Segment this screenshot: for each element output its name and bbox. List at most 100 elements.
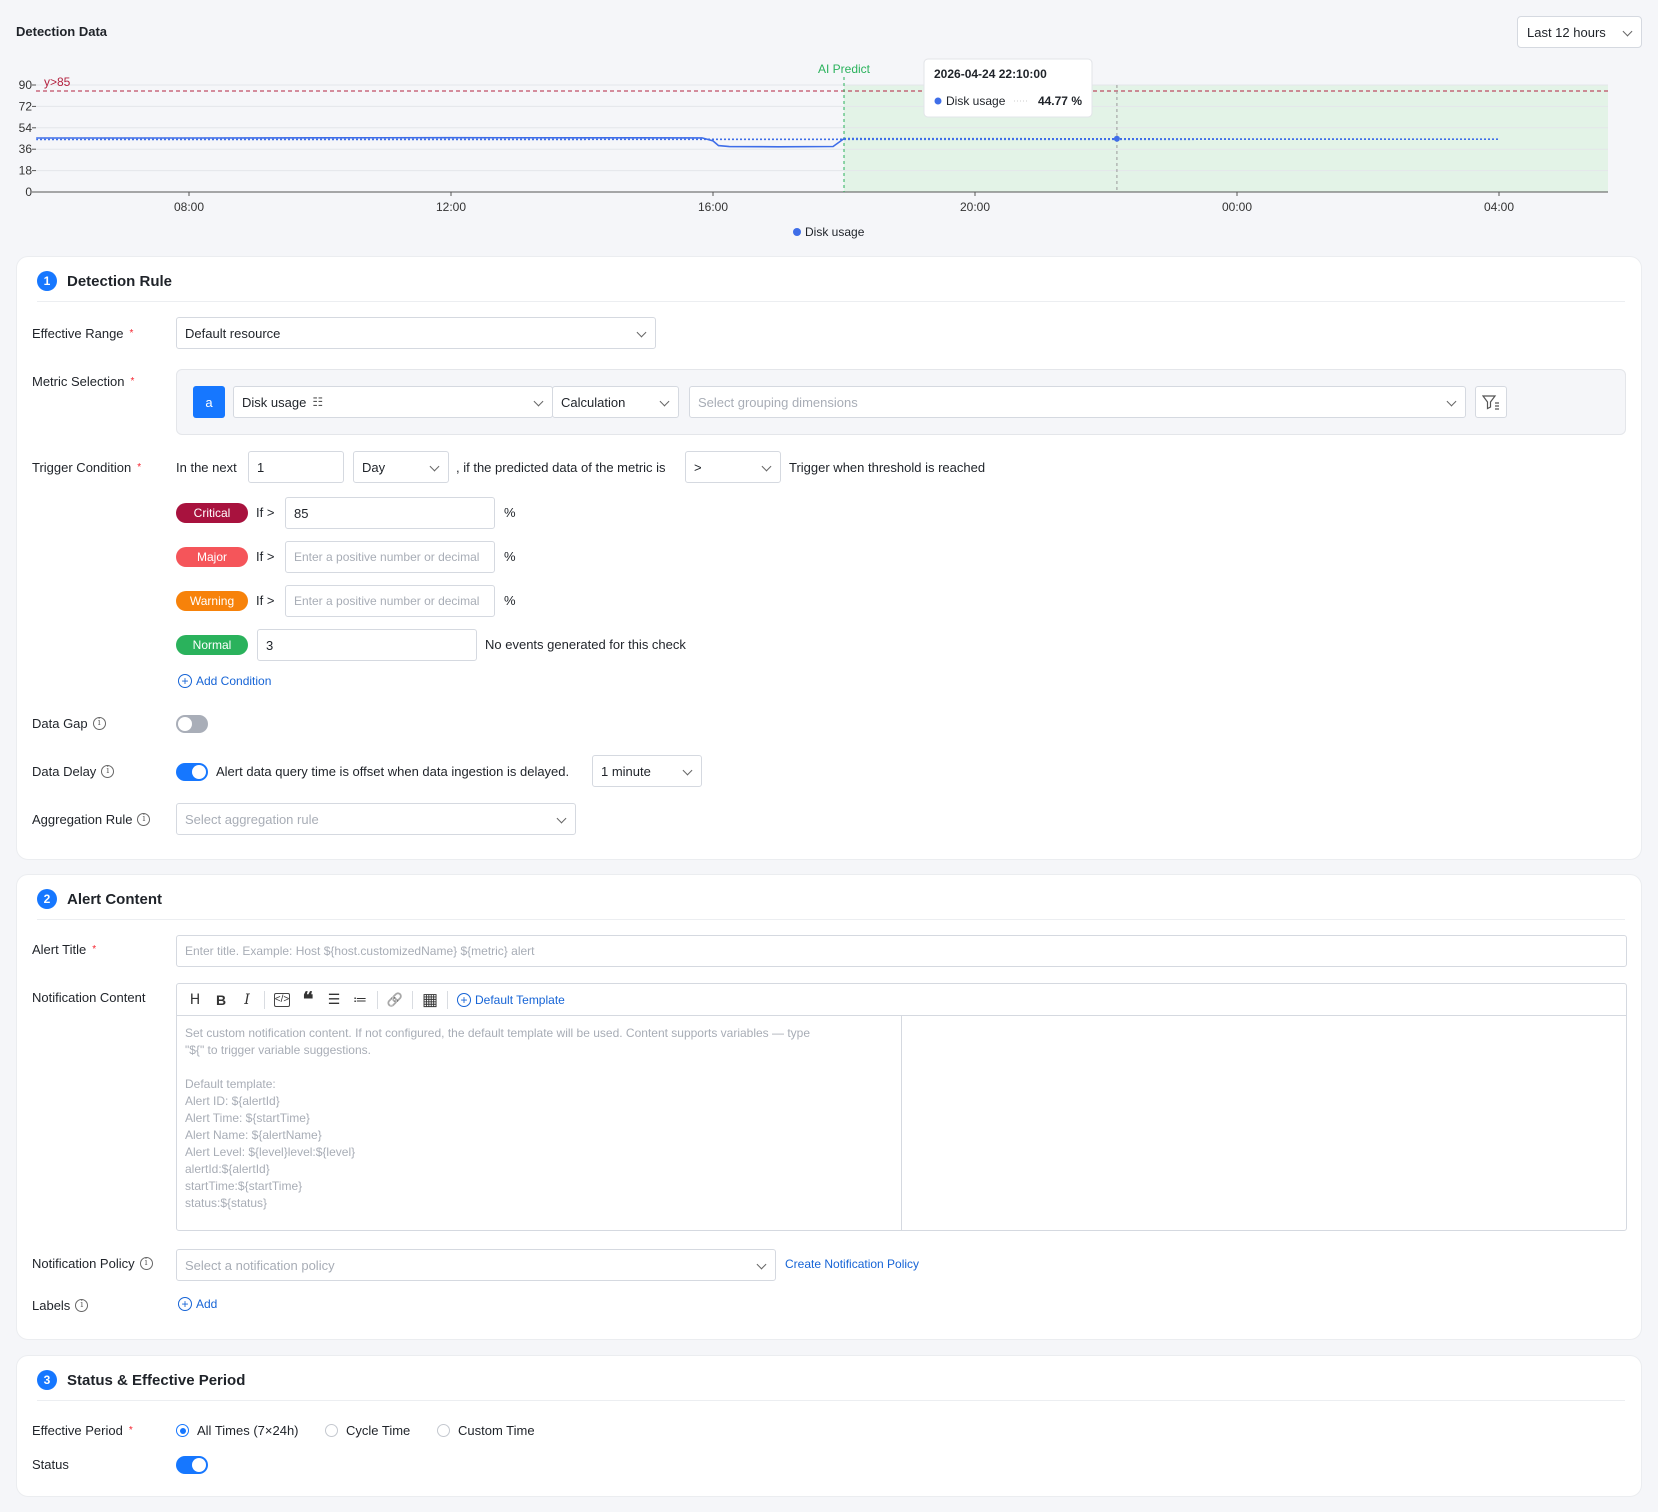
unit-text: % [504,505,516,520]
status-label: Status [32,1456,69,1472]
create-policy-link[interactable]: Create Notification Policy [785,1257,919,1271]
bold-icon[interactable]: B [209,988,233,1012]
data-delay-select[interactable]: 1 minute [592,755,702,787]
toolbar-divider [447,990,448,1009]
level-badge: Warning [176,591,248,611]
predicted-text: , if the predicted data of the metric is [456,460,666,475]
section-title: 2 Alert Content [37,889,162,909]
detection-rule-card: 1 Detection Rule Effective Range * Defaul… [16,256,1642,860]
aggregation-select[interactable]: Select aggregation rule [176,803,576,835]
warning-threshold-input[interactable]: Enter a positive number or decimal [285,585,495,617]
labels-label: Labels i [32,1295,89,1315]
bullet-list-icon[interactable]: ☰ [322,988,346,1012]
metric-select[interactable]: Disk usage ☷ [233,386,553,418]
calculation-select[interactable]: Calculation [552,386,679,418]
data-delay-label: Data Delay i [32,761,115,781]
divider [37,919,1625,920]
info-icon: i [92,716,106,730]
divider [37,301,1625,302]
placeholder-line: alertId:${alertId} [185,1162,270,1176]
data-gap-toggle[interactable] [176,715,208,733]
operator-select[interactable]: > [685,451,781,483]
placeholder-line [185,1059,893,1076]
metric-tag[interactable]: a [193,386,225,418]
chevron-down-icon [756,1259,767,1270]
chevron-down-icon [636,327,647,338]
normal-text: No events generated for this check [485,637,686,652]
placeholder-line: Alert Time: ${startTime} [185,1111,310,1125]
info-icon: i [139,1256,153,1270]
trigger-condition-label: Trigger Condition * [32,459,142,475]
chevron-down-icon [1446,396,1457,407]
placeholder-line: startTime:${startTime} [185,1179,303,1193]
editor-input[interactable]: Set custom notification content. If not … [177,1016,902,1230]
info-icon: i [137,812,151,826]
y-tick-label: 72 [19,99,33,113]
radio-custom-time[interactable]: Custom Time [437,1423,535,1438]
heading-icon[interactable]: H [183,988,207,1012]
if-text: If > [256,593,275,608]
legend-dot [793,228,801,236]
grouping-select[interactable]: Select grouping dimensions [689,386,1466,418]
effective-range-select[interactable]: Default resource [176,317,656,349]
toolbar-divider [412,990,413,1009]
critical-threshold-input[interactable]: 85 [285,497,495,529]
threshold-label: y>85 [44,75,71,89]
radio-icon [176,1424,189,1437]
editor-preview [903,1016,1626,1230]
x-tick-label: 00:00 [1222,200,1252,214]
plus-circle-icon: + [178,674,192,688]
filter-button[interactable] [1475,386,1507,418]
notification-policy-select[interactable]: Select a notification policy [176,1249,776,1281]
x-tick-label: 04:00 [1484,200,1514,214]
data-delay-text: Alert data query time is offset when dat… [216,764,570,779]
toolbar-divider [377,990,378,1009]
notification-policy-label: Notification Policy i [32,1253,153,1273]
normal-count-input[interactable]: 3 [257,629,477,661]
unit-text: % [504,549,516,564]
alert-title-input[interactable]: Enter title. Example: Host ${host.custom… [176,935,1627,967]
chevron-down-icon [761,461,772,472]
data-delay-toggle[interactable] [176,763,208,781]
add-condition-button[interactable]: + Add Condition [178,674,271,688]
table-icon[interactable]: ▦ [418,988,442,1012]
radio-cycle-time[interactable]: Cycle Time [325,1423,410,1438]
section-heading: Status & Effective Period [67,1371,246,1389]
tooltip-value: 44.77 % [1038,94,1082,108]
section-heading: Alert Content [67,890,162,908]
aggregation-label: Aggregation Rule i [32,809,151,829]
status-card: 3 Status & Effective Period Effective Pe… [16,1355,1642,1497]
metric-tree-icon: ☷ [312,395,324,409]
level-badge: Major [176,547,248,567]
quote-icon[interactable]: ❝ [296,988,320,1012]
link-icon[interactable]: 🔗 [383,988,407,1012]
detection-title: Detection Data [16,24,108,39]
level-badge: Normal [176,635,248,655]
if-text: If > [256,549,275,564]
predict-label: AI Predict [818,62,871,76]
period-count-input[interactable]: 1 [248,451,344,483]
status-toggle[interactable] [176,1456,208,1474]
ordered-list-icon[interactable]: ≔ [348,988,372,1012]
italic-icon[interactable]: I [235,988,259,1012]
period-unit-select[interactable]: Day [353,451,449,483]
default-template-button[interactable]: + Default Template [457,992,565,1007]
radio-all-times[interactable]: All Times (7×24h) [176,1423,299,1438]
step-number: 3 [37,1370,57,1390]
chevron-down-icon [533,396,544,407]
placeholder-line: Alert ID: ${alertId} [185,1094,280,1108]
chevron-down-icon [429,461,440,472]
metric-panel: a Disk usage ☷ Calculation Select groupi… [176,369,1626,435]
major-threshold-input[interactable]: Enter a positive number or decimal [285,541,495,573]
x-tick-label: 20:00 [960,200,990,214]
notification-editor[interactable]: H B I </> ❝ ☰ ≔ 🔗 ▦ + Default Template S… [176,983,1627,1231]
time-range-select[interactable]: Last 12 hours [1517,16,1642,48]
y-tick-label: 36 [19,142,33,156]
x-tick-label: 16:00 [698,200,728,214]
add-label-button[interactable]: + Add [178,1297,217,1311]
section-title: 3 Status & Effective Period [37,1370,245,1390]
y-tick-label: 90 [19,78,33,92]
code-icon[interactable]: </> [274,992,290,1007]
chevron-down-icon [556,813,567,824]
detection-chart[interactable]: 90 72 54 36 18 0 08:00 12:00 16:00 20:00 00:00 04:0… [0,55,1658,245]
